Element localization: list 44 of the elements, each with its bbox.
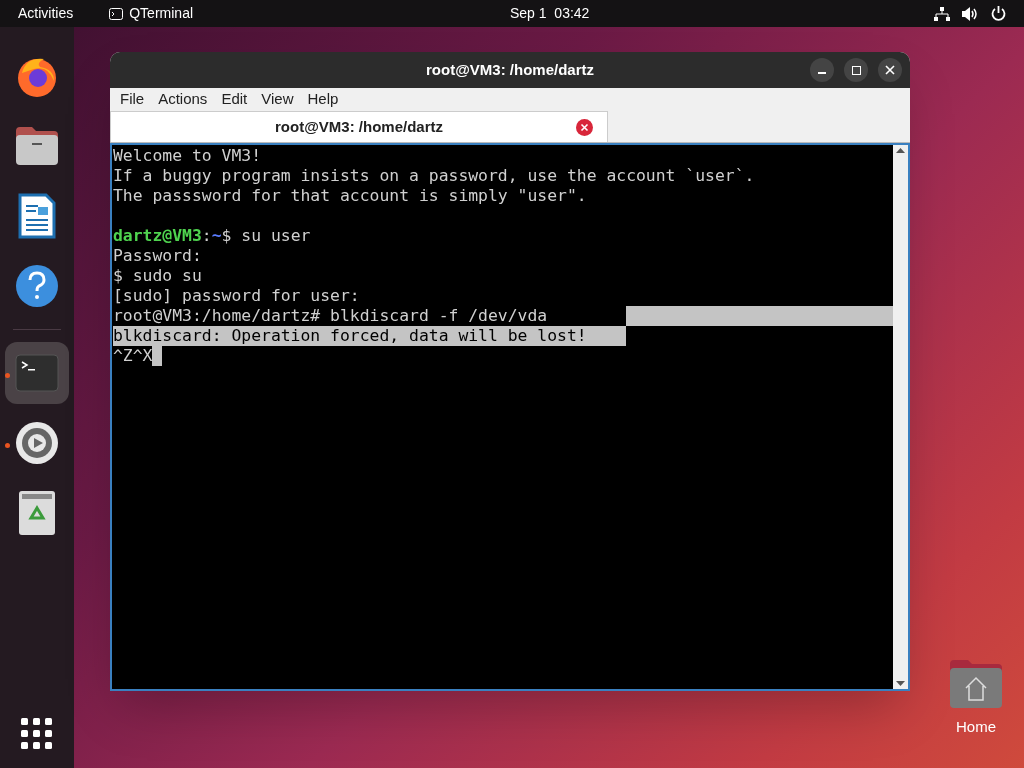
scroll-down-icon[interactable]	[896, 681, 905, 686]
clock[interactable]: Sep 1 03:42	[510, 3, 590, 24]
terminal-text: blkdiscard: Operation forced, data will be lost!	[113, 326, 587, 346]
menu-item[interactable]: File	[115, 88, 150, 111]
activities-button[interactable]: Activities	[18, 3, 74, 24]
terminal-text: If a buggy program insists on a password, use the account `user`.	[113, 166, 755, 186]
terminal-text: $ su user	[221, 226, 311, 246]
terminal-text: dartz@VM3	[113, 226, 202, 246]
help-icon[interactable]	[15, 264, 59, 308]
menu-item[interactable]: Edit	[216, 88, 253, 111]
app-grid-icon[interactable]	[21, 718, 53, 750]
terminal-text: ~	[211, 226, 222, 246]
app-name[interactable]: QTerminal	[129, 3, 194, 24]
close-tab-icon[interactable]	[576, 118, 593, 136]
terminal-text: Password:	[113, 246, 202, 266]
terminal-text: root@VM3:/home/dartz# blkdiscard -f /dev/vda	[113, 306, 548, 326]
volume-icon[interactable]	[962, 6, 979, 21]
close-button[interactable]	[878, 58, 902, 82]
menu-item[interactable]: Help	[302, 88, 344, 111]
gear-icon[interactable]	[15, 421, 59, 465]
terminal-icon[interactable]	[15, 354, 59, 392]
terminal-text: [sudo] password for user:	[113, 286, 360, 306]
terminal-text: $ sudo su	[113, 266, 202, 286]
scroll-up-icon[interactable]	[896, 148, 905, 153]
close-icon	[885, 65, 895, 75]
terminal-text: ^Z^X	[113, 346, 153, 366]
terminal-text: Welcome to VM3!	[113, 146, 262, 166]
menu-item[interactable]: View	[256, 88, 299, 111]
home-folder-icon[interactable]	[948, 657, 1004, 710]
network-icon[interactable]	[934, 6, 950, 21]
scrollbar[interactable]	[893, 145, 908, 689]
document-icon[interactable]	[18, 193, 56, 239]
folder-icon[interactable]	[14, 125, 60, 167]
window-title: root@VM3: /home/dartz	[426, 59, 594, 80]
tab[interactable]: root@VM3: /home/dartz	[110, 111, 608, 142]
menu-item[interactable]: Actions	[153, 88, 213, 111]
recycle-bin-icon[interactable]	[18, 490, 56, 536]
terminal-icon	[109, 7, 124, 20]
power-icon[interactable]	[991, 6, 1006, 21]
icon-label[interactable]: Home	[956, 715, 996, 738]
terminal-text: The passsword for that account is simply "user".	[113, 186, 587, 206]
terminal-text: :	[201, 226, 212, 246]
minimize-button[interactable]	[810, 58, 834, 82]
maximize-button[interactable]	[844, 58, 868, 82]
